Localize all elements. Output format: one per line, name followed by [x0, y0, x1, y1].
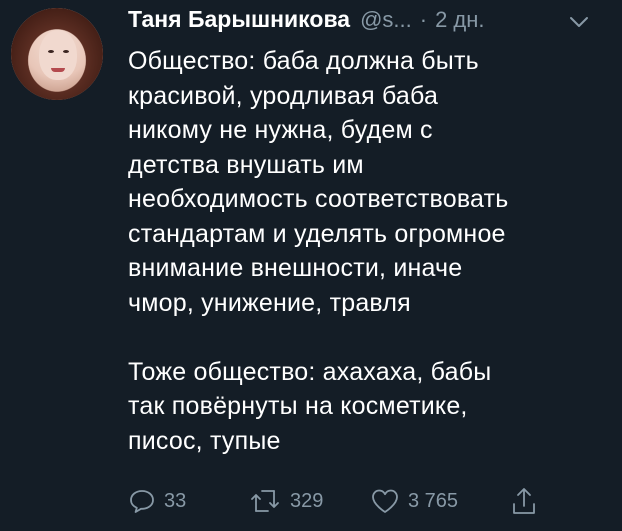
author-name[interactable]: Таня Барышникова	[128, 6, 350, 33]
avatar-eye-right	[63, 50, 69, 53]
like-count: 3 765	[408, 489, 459, 512]
like-button[interactable]: 3 765	[370, 484, 458, 518]
tweet-timestamp[interactable]: 2 дн.	[435, 7, 484, 33]
share-button[interactable]	[510, 484, 538, 518]
reply-button[interactable]: 33	[128, 484, 186, 518]
tweet: Таня Барышникова @s... · 2 дн. Общество:…	[0, 0, 622, 531]
header-separator: ·	[419, 7, 428, 32]
avatar-face	[39, 30, 77, 80]
retweet-count: 329	[290, 489, 324, 512]
tweet-paragraph: Общество: баба должна быть красивой, уро…	[128, 47, 509, 317]
chevron-down-icon[interactable]	[568, 14, 590, 30]
author-handle[interactable]: @s...	[360, 7, 412, 33]
reply-bubble-icon	[130, 490, 154, 513]
user-avatar[interactable]	[11, 8, 103, 100]
avatar-eye-left	[48, 50, 54, 53]
heart-icon	[372, 489, 398, 513]
avatar-mouth	[51, 68, 65, 72]
tweet-actions: 33 329 3 765	[128, 484, 598, 518]
share-icon	[513, 488, 535, 514]
tweet-paragraph: Тоже общество: ахахаха, бабы так повёрну…	[128, 357, 492, 455]
retweet-button[interactable]: 329	[248, 484, 323, 518]
retweet-icon	[251, 490, 279, 512]
tweet-header: Таня Барышникова @s... · 2 дн.	[128, 6, 485, 40]
reply-count: 33	[164, 489, 187, 512]
tweet-text: Общество: баба должна быть красивой, уро…	[128, 44, 608, 458]
